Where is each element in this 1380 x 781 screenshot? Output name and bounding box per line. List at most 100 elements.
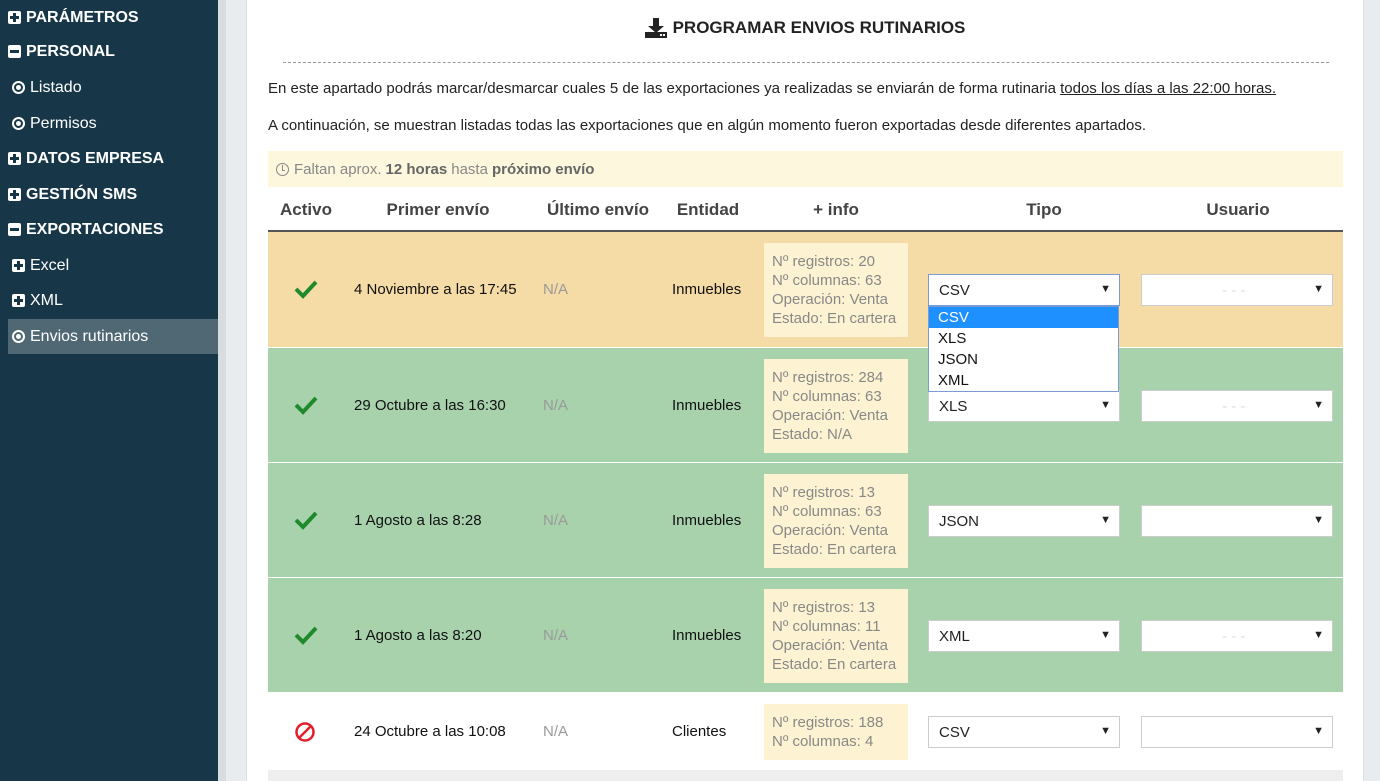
dropdown-option[interactable]: XML bbox=[929, 370, 1118, 391]
caret-down-icon: ▼ bbox=[1100, 398, 1111, 411]
last-send-date: N/A bbox=[543, 626, 569, 644]
dropdown-option[interactable]: CSV bbox=[929, 307, 1118, 328]
check-icon[interactable] bbox=[294, 395, 318, 419]
last-send-date: N/A bbox=[543, 396, 569, 414]
intro-schedule-text: todos los días a las 22:00 horas. bbox=[1060, 80, 1277, 97]
info-box: Nº registros: 13 Nº columnas: 63 Operación… bbox=[764, 473, 908, 568]
usuario-select[interactable]: ▼ bbox=[1141, 715, 1333, 748]
page-title: PROGRAMAR ENVIOS RUTINARIOS bbox=[247, 18, 1363, 38]
info-box: Nº registros: 188 Nº columnas: 4 bbox=[764, 703, 908, 760]
info-line: Estado: N/A bbox=[772, 425, 853, 443]
forbidden-icon[interactable] bbox=[294, 721, 316, 747]
minus-square-icon bbox=[8, 223, 21, 236]
header-info: + info bbox=[813, 200, 859, 219]
plus-square-icon bbox=[12, 259, 25, 272]
caret-down-icon: ▼ bbox=[1100, 513, 1111, 526]
tipo-select-value: JSON bbox=[939, 512, 980, 530]
sidebar-item-permisos[interactable]: Permisos bbox=[0, 106, 218, 141]
usuario-select-value: - - - bbox=[1222, 627, 1246, 645]
info-line: Operación: Venta bbox=[772, 521, 888, 539]
sidebar-item-label: DATOS EMPRESA bbox=[26, 149, 165, 167]
sidebar-item-label: GESTIÓN SMS bbox=[26, 185, 138, 203]
dropdown-option[interactable]: JSON bbox=[929, 349, 1118, 370]
check-icon[interactable] bbox=[294, 510, 318, 534]
caret-down-icon: ▼ bbox=[1313, 283, 1324, 295]
header-ultimo-envio: Último envío bbox=[546, 200, 649, 219]
caret-down-icon: ▼ bbox=[1100, 724, 1111, 737]
first-send-date: 29 Octubre a las 16:30 bbox=[354, 396, 506, 414]
sidebar-item-listado[interactable]: Listado bbox=[0, 70, 218, 105]
tipo-select[interactable]: XML ▼ bbox=[928, 619, 1120, 652]
notice-next-send: próximo envío bbox=[491, 160, 595, 178]
next-row-strip bbox=[268, 770, 1343, 781]
entity-name: Inmuebles bbox=[672, 281, 742, 298]
sidebar-item-excel[interactable]: Excel bbox=[0, 248, 218, 283]
dropdown-option[interactable]: XLS bbox=[929, 328, 1118, 349]
sidebar-item-exportaciones[interactable]: EXPORTACIONES bbox=[0, 212, 218, 247]
plus-square-icon bbox=[8, 11, 21, 24]
info-line: Nº registros: 13 bbox=[772, 483, 876, 501]
info-line: Nº registros: 284 bbox=[772, 368, 884, 386]
first-send-date: 4 Noviembre a las 17:45 bbox=[354, 281, 517, 298]
plus-square-icon bbox=[8, 152, 21, 165]
info-line: Operación: Venta bbox=[772, 406, 888, 424]
sidebar-item-xml[interactable]: XML bbox=[0, 283, 218, 318]
usuario-select-value: - - - bbox=[1222, 397, 1246, 415]
info-line: Nº registros: 13 bbox=[772, 598, 876, 616]
usuario-select[interactable]: - - - ▼ bbox=[1141, 619, 1333, 652]
check-icon[interactable] bbox=[294, 279, 318, 303]
tipo-select[interactable]: JSON ▼ bbox=[928, 504, 1120, 537]
info-line: Nº columnas: 11 bbox=[772, 617, 881, 635]
caret-down-icon: ▼ bbox=[1313, 513, 1324, 526]
info-line: Nº registros: 20 bbox=[772, 253, 876, 270]
intro-paragraph: En este apartado podrás marcar/desmarcar… bbox=[268, 80, 1276, 97]
sidebar-item-parametros[interactable]: PARÁMETROS bbox=[0, 0, 218, 35]
tipo-select-value: XML bbox=[939, 627, 970, 645]
info-line: Nº columnas: 4 bbox=[772, 732, 874, 750]
sidebar-item-label: Listado bbox=[30, 78, 82, 96]
last-send-date: N/A bbox=[543, 281, 569, 298]
info-line: Nº registros: 188 bbox=[772, 713, 884, 731]
tipo-select-value: CSV bbox=[939, 723, 970, 741]
info-line: Operación: Venta bbox=[772, 636, 888, 654]
plus-square-icon bbox=[8, 188, 21, 201]
tipo-dropdown-list[interactable]: CSV XLS JSON XML bbox=[928, 306, 1119, 392]
sidebar-item-personal[interactable]: PERSONAL bbox=[0, 34, 218, 69]
table-header: Activo Primer envío Último envío Entidad… bbox=[268, 188, 1343, 232]
first-send-date: 1 Agosto a las 8:20 bbox=[354, 626, 482, 644]
entity-name: Inmuebles bbox=[672, 396, 742, 414]
header-activo: Activo bbox=[280, 200, 332, 219]
info-line: Nº columnas: 63 bbox=[772, 272, 882, 289]
sidebar-item-envios-rutinarios[interactable]: Envios rutinarios bbox=[8, 319, 218, 354]
sidebar-item-gestion-sms[interactable]: GESTIÓN SMS bbox=[0, 177, 218, 212]
entity-name: Inmuebles bbox=[672, 626, 742, 644]
sidebar-item-label: XML bbox=[30, 291, 63, 309]
page-title-text: PROGRAMAR ENVIOS RUTINARIOS bbox=[672, 18, 966, 37]
entity-name: Inmuebles bbox=[672, 511, 742, 529]
tipo-select[interactable]: XLS ▼ bbox=[928, 389, 1120, 422]
tipo-select-value: XLS bbox=[939, 397, 968, 415]
last-send-date: N/A bbox=[543, 511, 569, 529]
sidebar-item-datos-empresa[interactable]: DATOS EMPRESA bbox=[0, 141, 218, 176]
info-line: Estado: En cartera bbox=[772, 540, 897, 558]
caret-down-icon: ▼ bbox=[1313, 628, 1324, 641]
check-icon[interactable] bbox=[294, 625, 318, 649]
tipo-select[interactable]: CSV ▼ bbox=[928, 274, 1120, 306]
table-row: 29 Octubre a las 16:30 N/A Inmuebles Nº reg… bbox=[268, 348, 1343, 463]
caret-down-icon: ▼ bbox=[1100, 283, 1111, 295]
notice-prefix: Faltan aprox. bbox=[294, 160, 382, 178]
header-primer-envio: Primer envío bbox=[386, 200, 490, 219]
info-box: Nº registros: 20 Nº columnas: 63 Operación… bbox=[764, 243, 908, 337]
tipo-select[interactable]: CSV ▼ bbox=[928, 715, 1120, 748]
notice-hours: 12 horas bbox=[385, 160, 448, 178]
sidebar-item-label: PERSONAL bbox=[26, 42, 115, 60]
intro-text: En este apartado podrás marcar/desmarcar… bbox=[268, 80, 1056, 97]
usuario-select[interactable]: ▼ bbox=[1141, 504, 1333, 537]
sidebar-divider bbox=[218, 0, 226, 781]
radio-dot-icon bbox=[12, 117, 25, 130]
minus-square-icon bbox=[8, 45, 21, 58]
usuario-select[interactable]: - - - ▼ bbox=[1141, 274, 1333, 306]
first-send-date: 1 Agosto a las 8:28 bbox=[354, 511, 482, 529]
sidebar-item-label: Permisos bbox=[30, 114, 97, 132]
usuario-select[interactable]: - - - ▼ bbox=[1141, 389, 1333, 422]
